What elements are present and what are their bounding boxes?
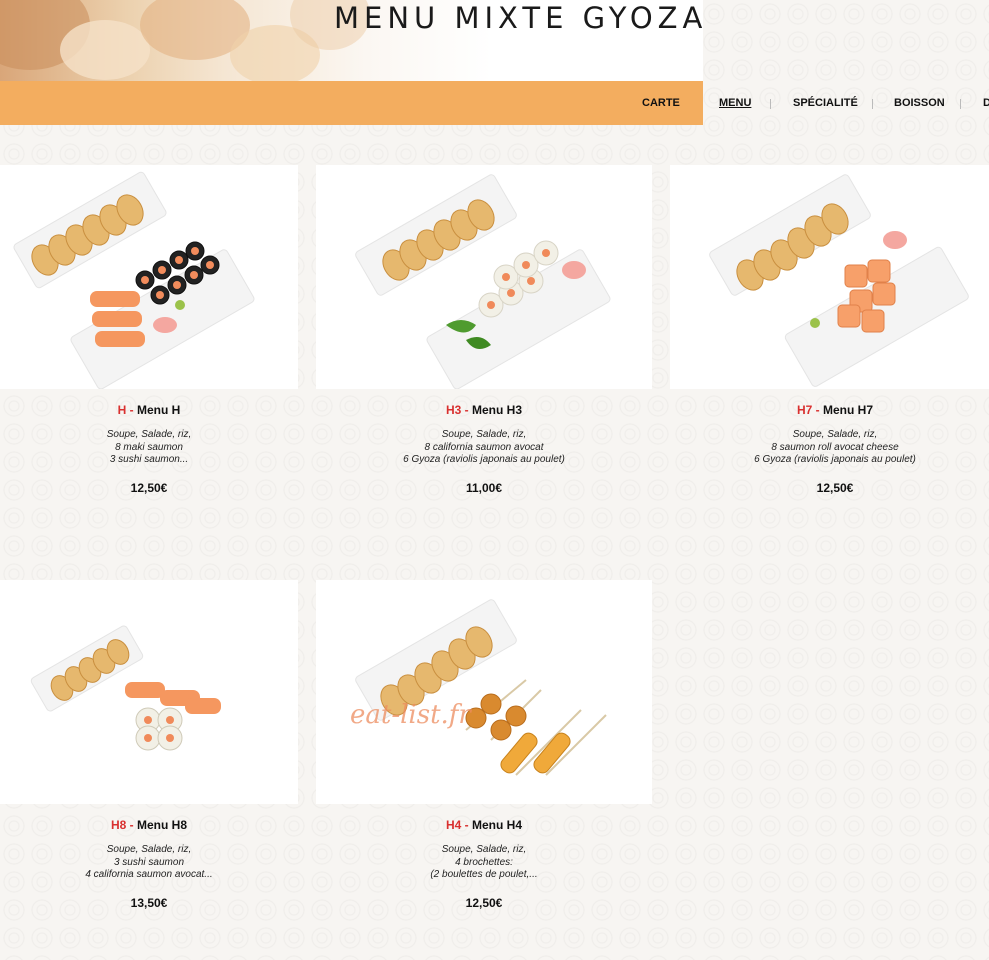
product-image[interactable]: [0, 580, 298, 804]
nav-separator: [960, 99, 961, 109]
product-image[interactable]: [316, 580, 652, 804]
nav-item-boisson[interactable]: BOISSON: [894, 81, 945, 125]
product-card-h[interactable]: H - Menu H Soupe, Salade, riz, 8 maki sau…: [0, 165, 298, 505]
product-image[interactable]: [316, 165, 652, 389]
product-card-h7[interactable]: H7 - Menu H7 Soupe, Salade, riz, 8 saumon…: [670, 165, 989, 505]
nav-item-specialite[interactable]: SPÉCIALITÉ: [793, 81, 858, 125]
product-title[interactable]: H8 - Menu H8: [0, 818, 298, 832]
nav-item-d[interactable]: D: [983, 81, 989, 125]
page-title: MENU MIXTE GYOZA: [334, 1, 708, 35]
product-description: Soupe, Salade, riz, 8 saumon roll avocat …: [754, 429, 916, 465]
nav-item-carte[interactable]: CARTE: [642, 81, 680, 125]
product-price: 12,50€: [816, 481, 854, 495]
product-description: Soupe, Salade, riz, 8 maki saumon 3 sushi …: [106, 429, 192, 465]
product-title[interactable]: H4 - Menu H4: [316, 818, 652, 832]
product-description: Soupe, Salade, riz, 3 sushi saumon 4 calif…: [85, 844, 213, 880]
product-card-h8[interactable]: H8 - Menu H8 Soupe, Salade, riz, 3 sushi …: [0, 580, 298, 920]
watermark-text: eat-list.fr: [350, 700, 471, 730]
nav-separator: [770, 99, 771, 109]
product-title[interactable]: H3 - Menu H3: [316, 403, 652, 417]
product-image[interactable]: [670, 165, 989, 389]
product-card-h4[interactable]: H4 - Menu H4 Soupe, Salade, riz, 4 broche…: [316, 580, 652, 920]
product-title[interactable]: H7 - Menu H7: [670, 403, 989, 417]
product-card-h3[interactable]: H3 - Menu H3 Soupe, Salade, riz, 8 califo…: [316, 165, 652, 505]
main-nav: CARTE MENU SPÉCIALITÉ BOISSON D: [0, 81, 989, 125]
product-price: 12,50€: [130, 481, 168, 495]
product-image[interactable]: [0, 165, 298, 389]
nav-item-menu[interactable]: MENU: [719, 81, 751, 125]
product-title[interactable]: H - Menu H: [0, 403, 298, 417]
product-price: 11,00€: [465, 481, 503, 495]
product-price: 13,50€: [130, 896, 168, 910]
product-price: 12,50€: [465, 896, 503, 910]
product-description: Soupe, Salade, riz, 4 brochettes: (2 boule…: [430, 844, 538, 880]
product-description: Soupe, Salade, riz, 8 california saumon a…: [403, 429, 565, 465]
nav-separator: [872, 99, 873, 109]
